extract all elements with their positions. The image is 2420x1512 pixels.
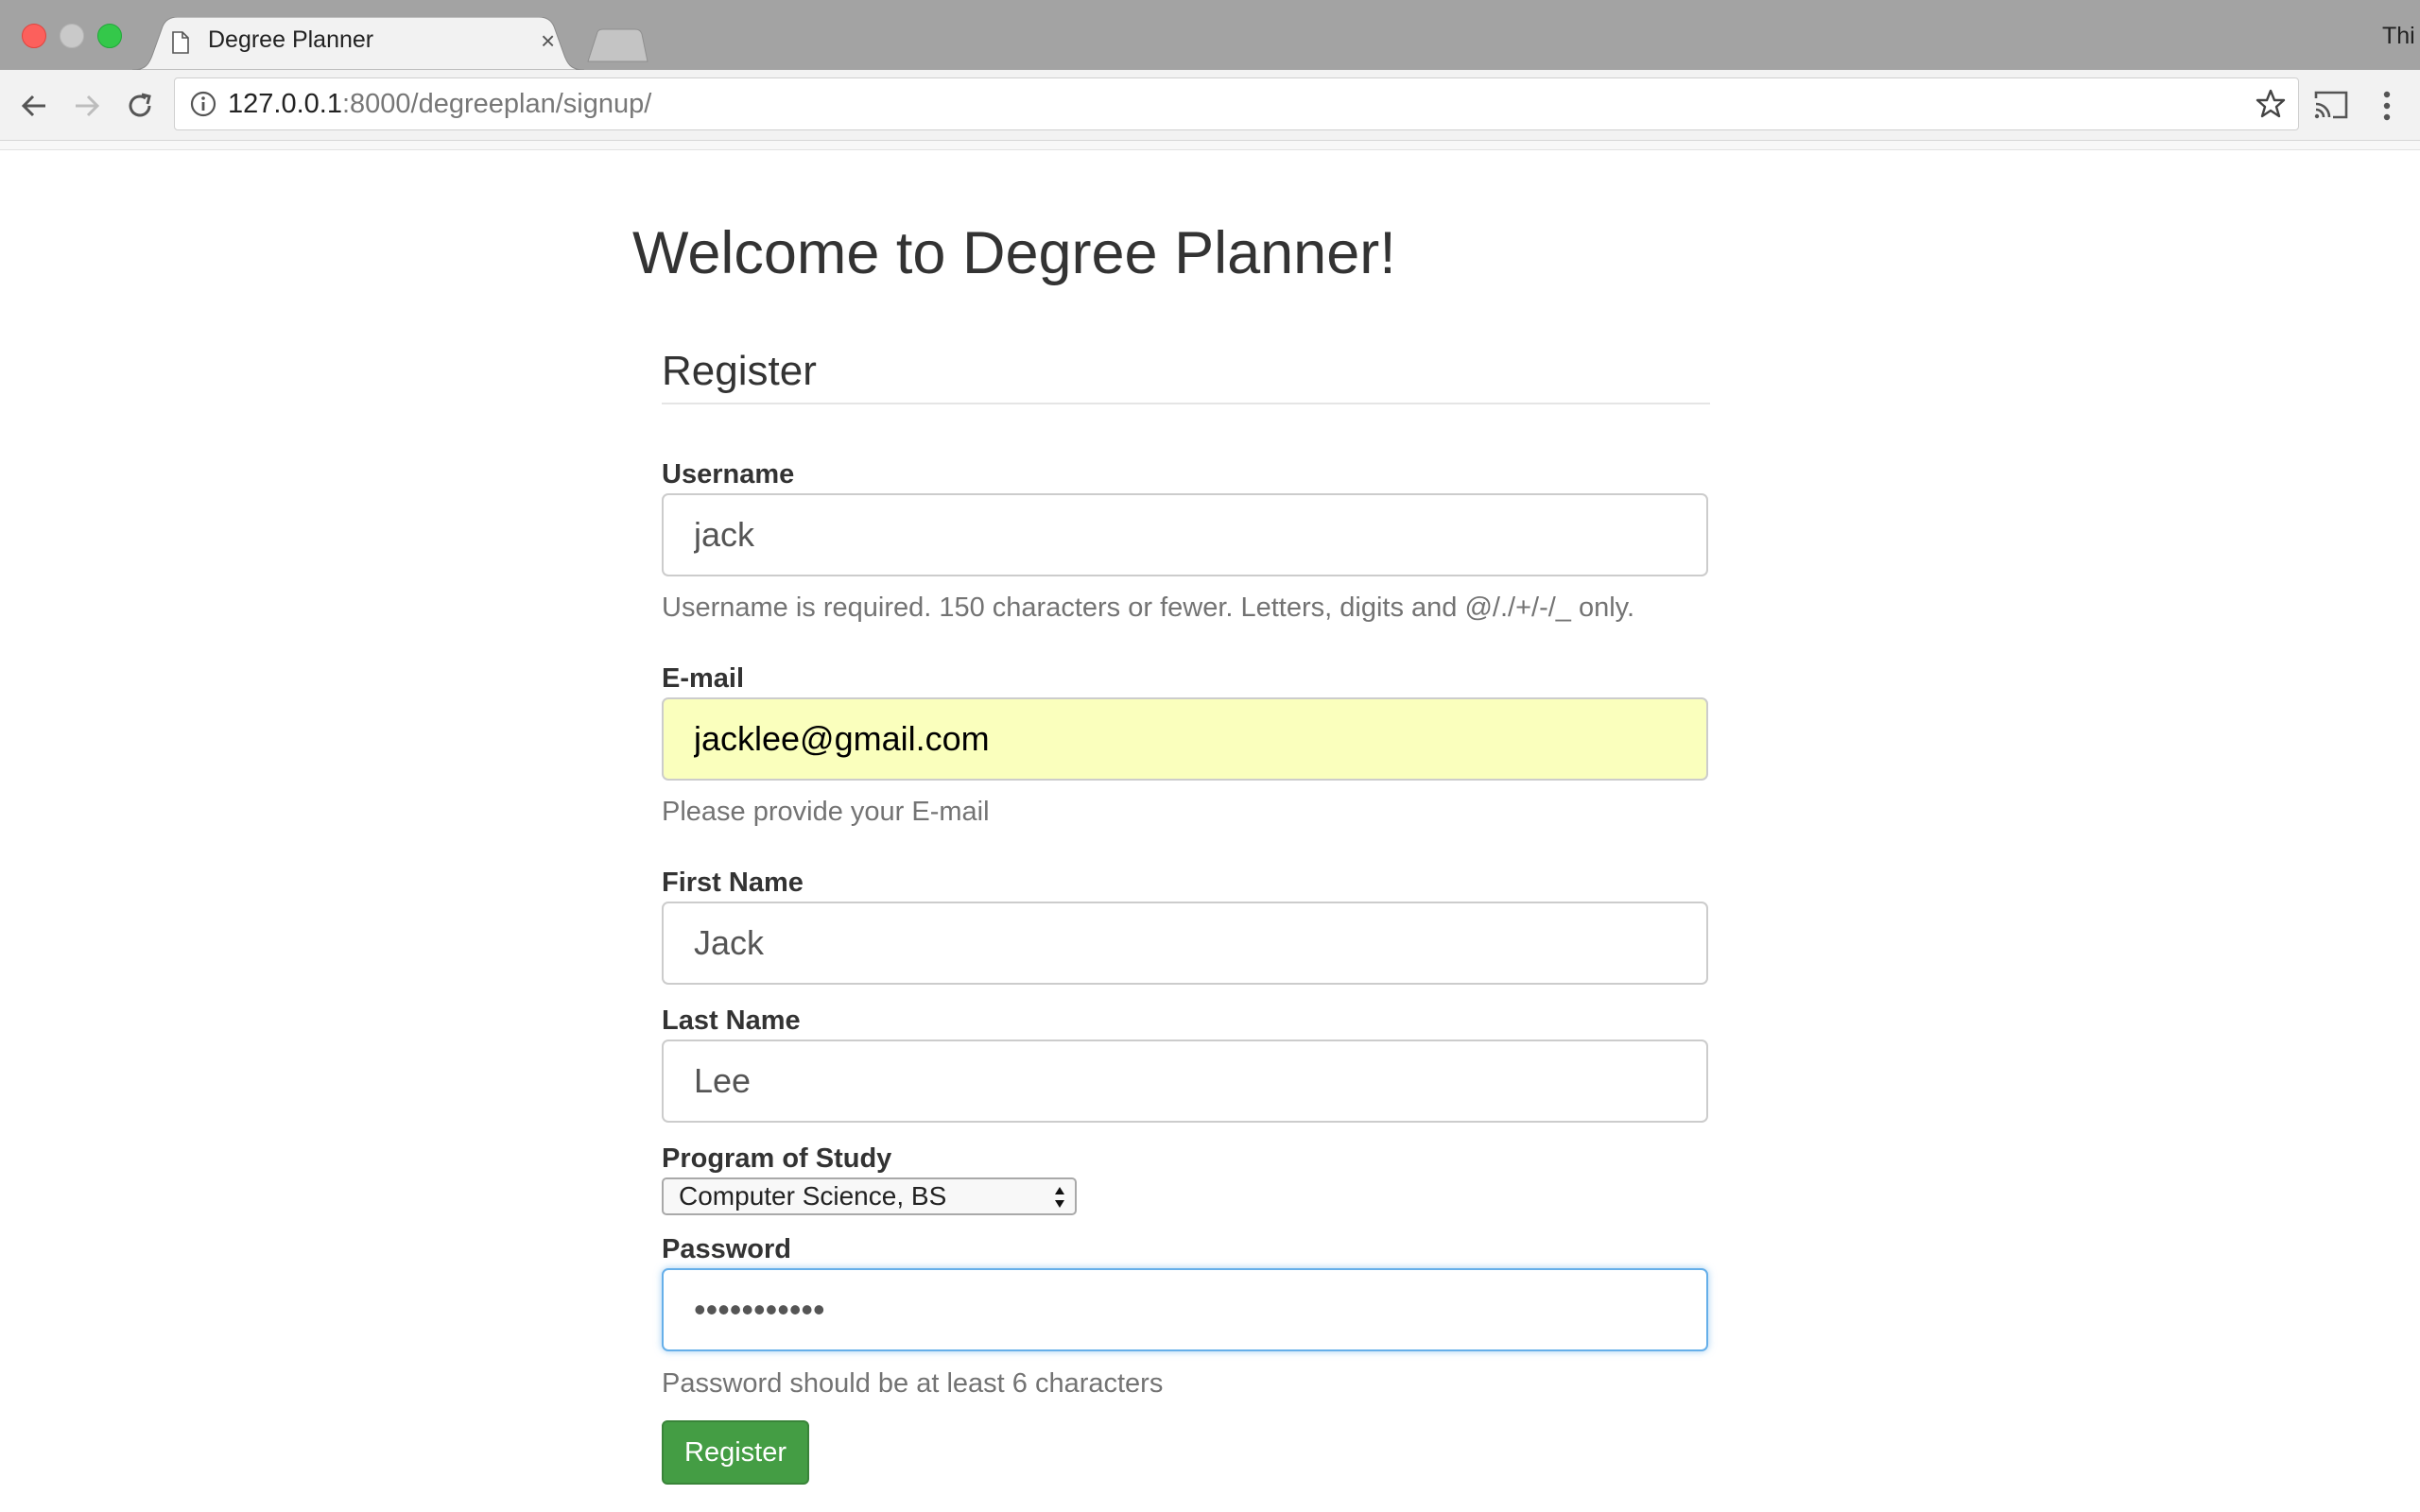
more-menu-icon[interactable] <box>2373 89 2401 123</box>
last-name-label: Last Name <box>662 1005 801 1036</box>
forward-button[interactable] <box>68 87 106 125</box>
page-title: Welcome to Degree Planner! <box>632 220 1396 286</box>
page-icon <box>172 31 189 54</box>
program-selected-value: Computer Science, BS <box>679 1181 947 1211</box>
email-label: E-mail <box>662 663 745 694</box>
password-help-text: Password should be at least 6 characters <box>662 1368 1164 1399</box>
program-label: Program of Study <box>662 1143 892 1174</box>
username-help-text: Username is required. 150 characters or … <box>662 593 1635 623</box>
password-input[interactable] <box>662 1268 1708 1351</box>
profile-name[interactable]: Thi <box>2382 23 2420 50</box>
info-icon[interactable] <box>190 91 216 117</box>
back-button[interactable] <box>15 87 53 125</box>
first-name-label: First Name <box>662 868 804 898</box>
reload-button[interactable] <box>121 87 159 125</box>
username-label: Username <box>662 459 795 490</box>
tab-title: Degree Planner <box>208 26 374 53</box>
email-help-text: Please provide your E-mail <box>662 797 990 827</box>
password-label: Password <box>662 1234 791 1264</box>
url-host: 127.0.0.1 <box>228 89 342 119</box>
maximize-window-button[interactable] <box>97 24 122 48</box>
address-bar[interactable]: 127.0.0.1:8000/degreeplan/signup/ <box>174 77 2299 130</box>
tab-close-icon[interactable]: × <box>541 26 555 56</box>
register-button[interactable]: Register <box>662 1420 809 1485</box>
url-path: :8000/degreeplan/signup/ <box>341 89 652 119</box>
close-window-button[interactable] <box>22 24 46 48</box>
program-select[interactable]: Computer Science, BS <box>662 1177 1077 1215</box>
bookmark-star-icon[interactable] <box>2255 88 2287 120</box>
browser-toolbar: 127.0.0.1:8000/degreeplan/signup/ <box>0 70 2420 141</box>
forward-arrow-icon <box>76 94 100 117</box>
minimize-window-button[interactable] <box>60 24 84 48</box>
back-arrow-icon <box>21 94 45 117</box>
form-legend: Register <box>662 348 1710 404</box>
navbar-strip <box>0 141 2420 150</box>
last-name-input[interactable] <box>662 1040 1708 1123</box>
email-input[interactable] <box>662 697 1708 781</box>
cast-icon[interactable] <box>2312 89 2350 121</box>
browser-titlebar: Degree Planner × Thi <box>0 0 2420 70</box>
select-arrows-icon <box>1055 1187 1064 1208</box>
username-input[interactable] <box>662 493 1708 576</box>
first-name-input[interactable] <box>662 902 1708 985</box>
new-tab-button[interactable] <box>586 28 648 62</box>
url-text[interactable]: 127.0.0.1:8000/degreeplan/signup/ <box>228 89 651 120</box>
reload-icon <box>129 93 151 117</box>
